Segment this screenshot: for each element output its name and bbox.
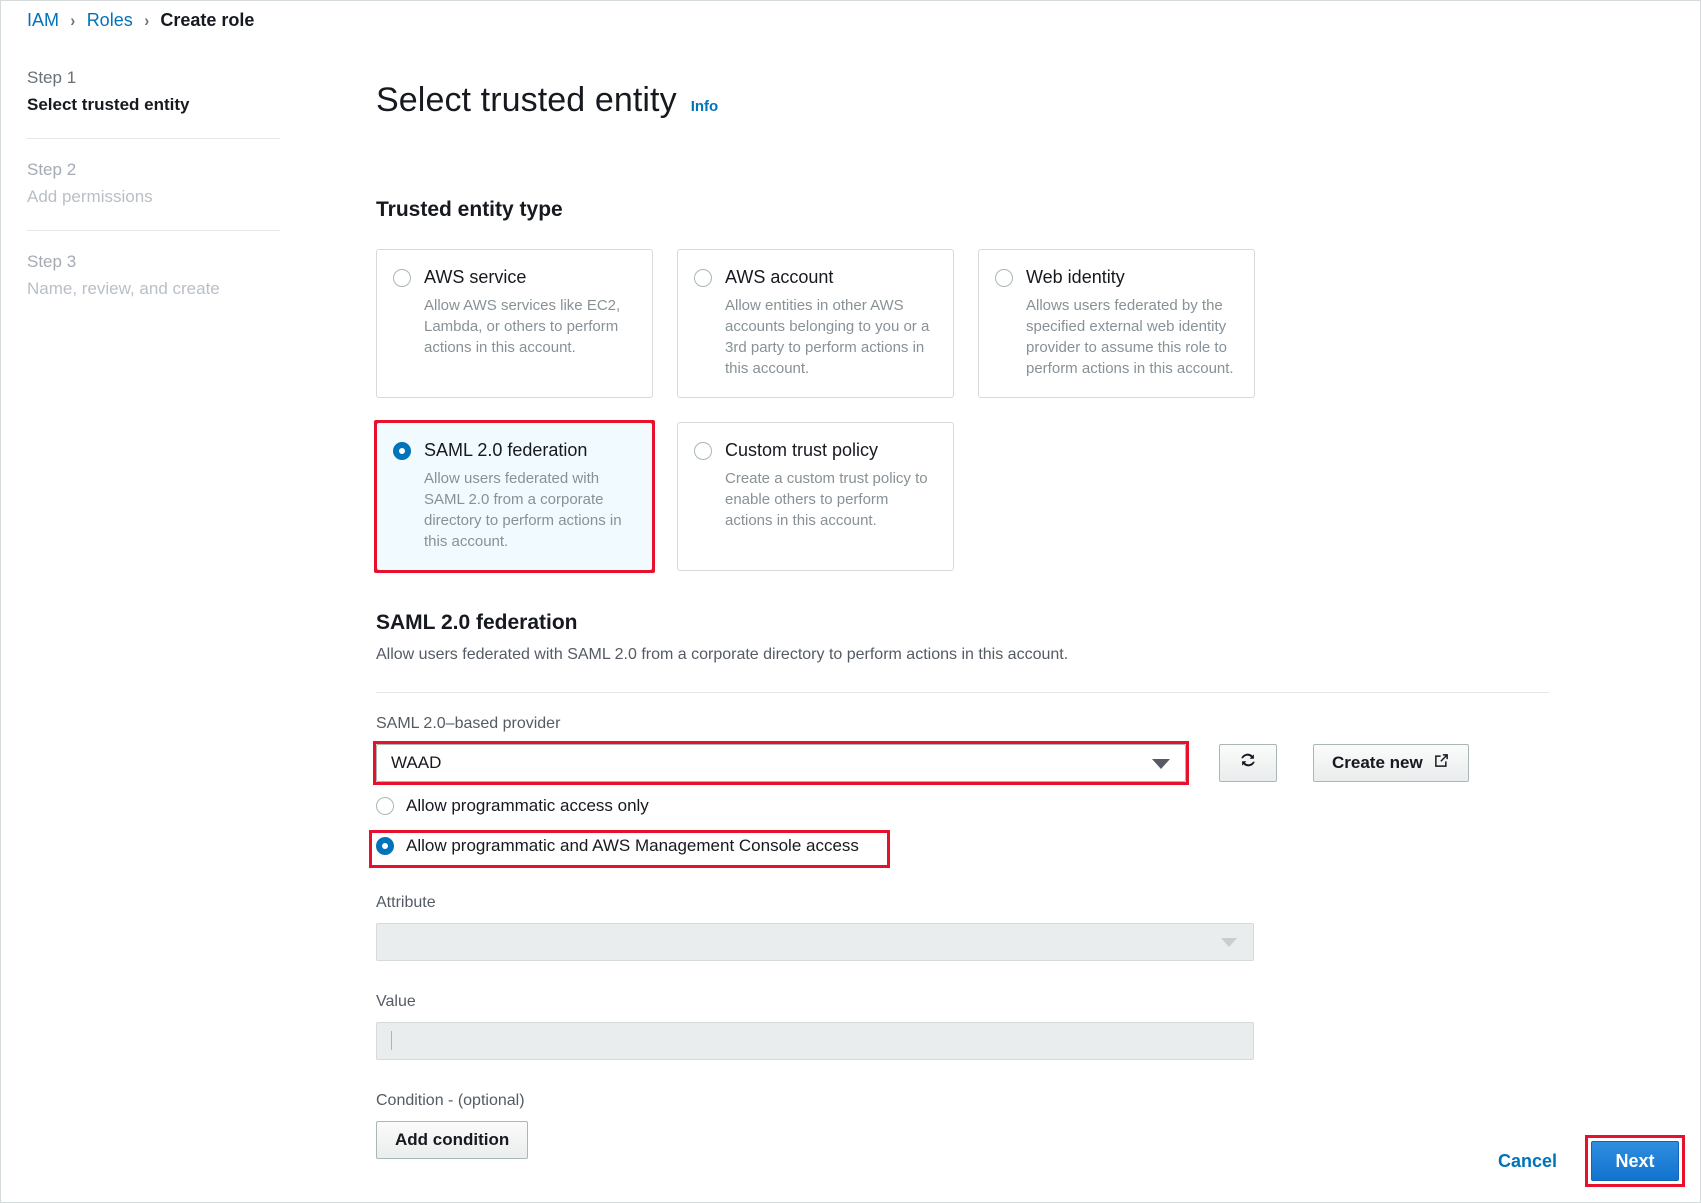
create-new-label: Create new: [1332, 752, 1423, 772]
step-navigation: Step 1 Select trusted entity Step 2 Add …: [27, 66, 280, 322]
entity-card-aws-account[interactable]: AWS account Allow entities in other AWS …: [677, 248, 954, 398]
entity-card-aws-service[interactable]: AWS service Allow AWS services like EC2,…: [376, 248, 653, 398]
add-condition-label: Add condition: [395, 1129, 510, 1149]
provider-select-wrapper: WAAD: [373, 740, 1189, 785]
entity-card-label: AWS service: [424, 266, 527, 287]
step-item-1[interactable]: Step 1 Select trusted entity: [27, 66, 280, 138]
value-input: [376, 1021, 1254, 1060]
radio-aws-account[interactable]: [694, 268, 712, 287]
page-title: Select trusted entity: [376, 80, 677, 119]
entity-card-description: Create a custom trust policy to enable o…: [725, 469, 928, 529]
entity-card-description: Allow entities in other AWS accounts bel…: [725, 296, 930, 377]
entity-card-label: AWS account: [725, 266, 834, 287]
breadcrumb-separator-icon: ›: [144, 10, 149, 30]
entity-card-label: Web identity: [1026, 266, 1125, 287]
access-option-label: Allow programmatic and AWS Management Co…: [406, 835, 859, 855]
step-title: Add permissions: [27, 187, 153, 206]
step-title: Name, review, and create: [27, 279, 220, 298]
create-new-button[interactable]: Create new: [1313, 743, 1469, 782]
provider-field-label: SAML 2.0–based provider: [376, 714, 561, 732]
breadcrumb-separator-icon: ›: [70, 10, 76, 30]
next-button[interactable]: Next: [1591, 1141, 1679, 1181]
step-number: Step 1: [27, 68, 77, 87]
step-number: Step 2: [27, 160, 77, 179]
trusted-entity-type-heading: Trusted entity type: [376, 197, 563, 221]
entity-card-description: Allow AWS services like EC2, Lambda, or …: [424, 296, 621, 356]
entity-card-web-identity[interactable]: Web identity Allows users federated by t…: [978, 248, 1255, 398]
radio-custom-trust-policy[interactable]: [694, 441, 712, 460]
cancel-button[interactable]: Cancel: [1498, 1151, 1557, 1172]
access-option-label: Allow programmatic access only: [406, 795, 649, 815]
radio-saml-federation[interactable]: [393, 441, 411, 460]
attribute-field-label: Attribute: [376, 893, 436, 911]
entity-card-saml-federation[interactable]: SAML 2.0 federation Allow users federate…: [374, 419, 655, 573]
entity-card-label: SAML 2.0 federation: [424, 439, 588, 460]
value-field-label: Value: [376, 992, 416, 1010]
saml-section-description: Allow users federated with SAML 2.0 from…: [376, 645, 1069, 663]
access-option-programmatic-and-console[interactable]: Allow programmatic and AWS Management Co…: [369, 829, 1549, 868]
entity-card-description: Allow users federated with SAML 2.0 from…: [424, 469, 622, 550]
chevron-down-icon: [1221, 937, 1237, 947]
add-condition-button[interactable]: Add condition: [376, 1120, 529, 1159]
breadcrumb-item-create-role: Create role: [160, 10, 255, 30]
footer-actions: Cancel Next: [1498, 1135, 1685, 1187]
main-content: Select trusted entity Info Trusted entit…: [369, 58, 1549, 1159]
text-cursor: [391, 1031, 392, 1051]
provider-row: WAAD Create new: [373, 740, 1549, 785]
provider-select[interactable]: WAAD: [376, 743, 1186, 782]
entity-card-description: Allows users federated by the specified …: [1026, 296, 1234, 377]
step-title: Select trusted entity: [27, 95, 190, 114]
entity-card-custom-trust-policy[interactable]: Custom trust policy Create a custom trus…: [677, 421, 954, 571]
saml-section-heading: SAML 2.0 federation: [376, 610, 578, 634]
radio-programmatic-only[interactable]: [376, 796, 394, 815]
section-divider: [376, 691, 1549, 693]
external-link-icon: [1433, 752, 1450, 774]
info-link[interactable]: Info: [691, 98, 719, 115]
entity-card-label: Custom trust policy: [725, 439, 879, 460]
breadcrumb-item-iam[interactable]: IAM: [27, 10, 59, 31]
condition-field-label: Condition - (optional): [376, 1091, 525, 1109]
radio-programmatic-and-console[interactable]: [376, 836, 394, 855]
radio-aws-service[interactable]: [393, 268, 411, 287]
next-button-wrapper: Next: [1585, 1135, 1685, 1187]
step-number: Step 3: [27, 252, 77, 271]
breadcrumb-item-roles[interactable]: Roles: [87, 10, 133, 31]
step-item-2[interactable]: Step 2 Add permissions: [27, 138, 280, 230]
breadcrumb: IAM › Roles › Create role: [27, 10, 254, 31]
refresh-button[interactable]: [1219, 743, 1277, 782]
refresh-icon: [1238, 750, 1258, 775]
step-item-3[interactable]: Step 3 Name, review, and create: [27, 230, 280, 322]
attribute-select: [376, 922, 1254, 961]
radio-web-identity[interactable]: [995, 268, 1013, 287]
provider-select-value: WAAD: [391, 752, 442, 772]
chevron-down-icon: [1152, 758, 1170, 769]
trusted-entity-type-options: AWS service Allow AWS services like EC2,…: [374, 248, 1549, 573]
page-title-row: Select trusted entity Info: [376, 58, 1549, 143]
access-option-programmatic-only[interactable]: Allow programmatic access only: [376, 796, 1549, 816]
